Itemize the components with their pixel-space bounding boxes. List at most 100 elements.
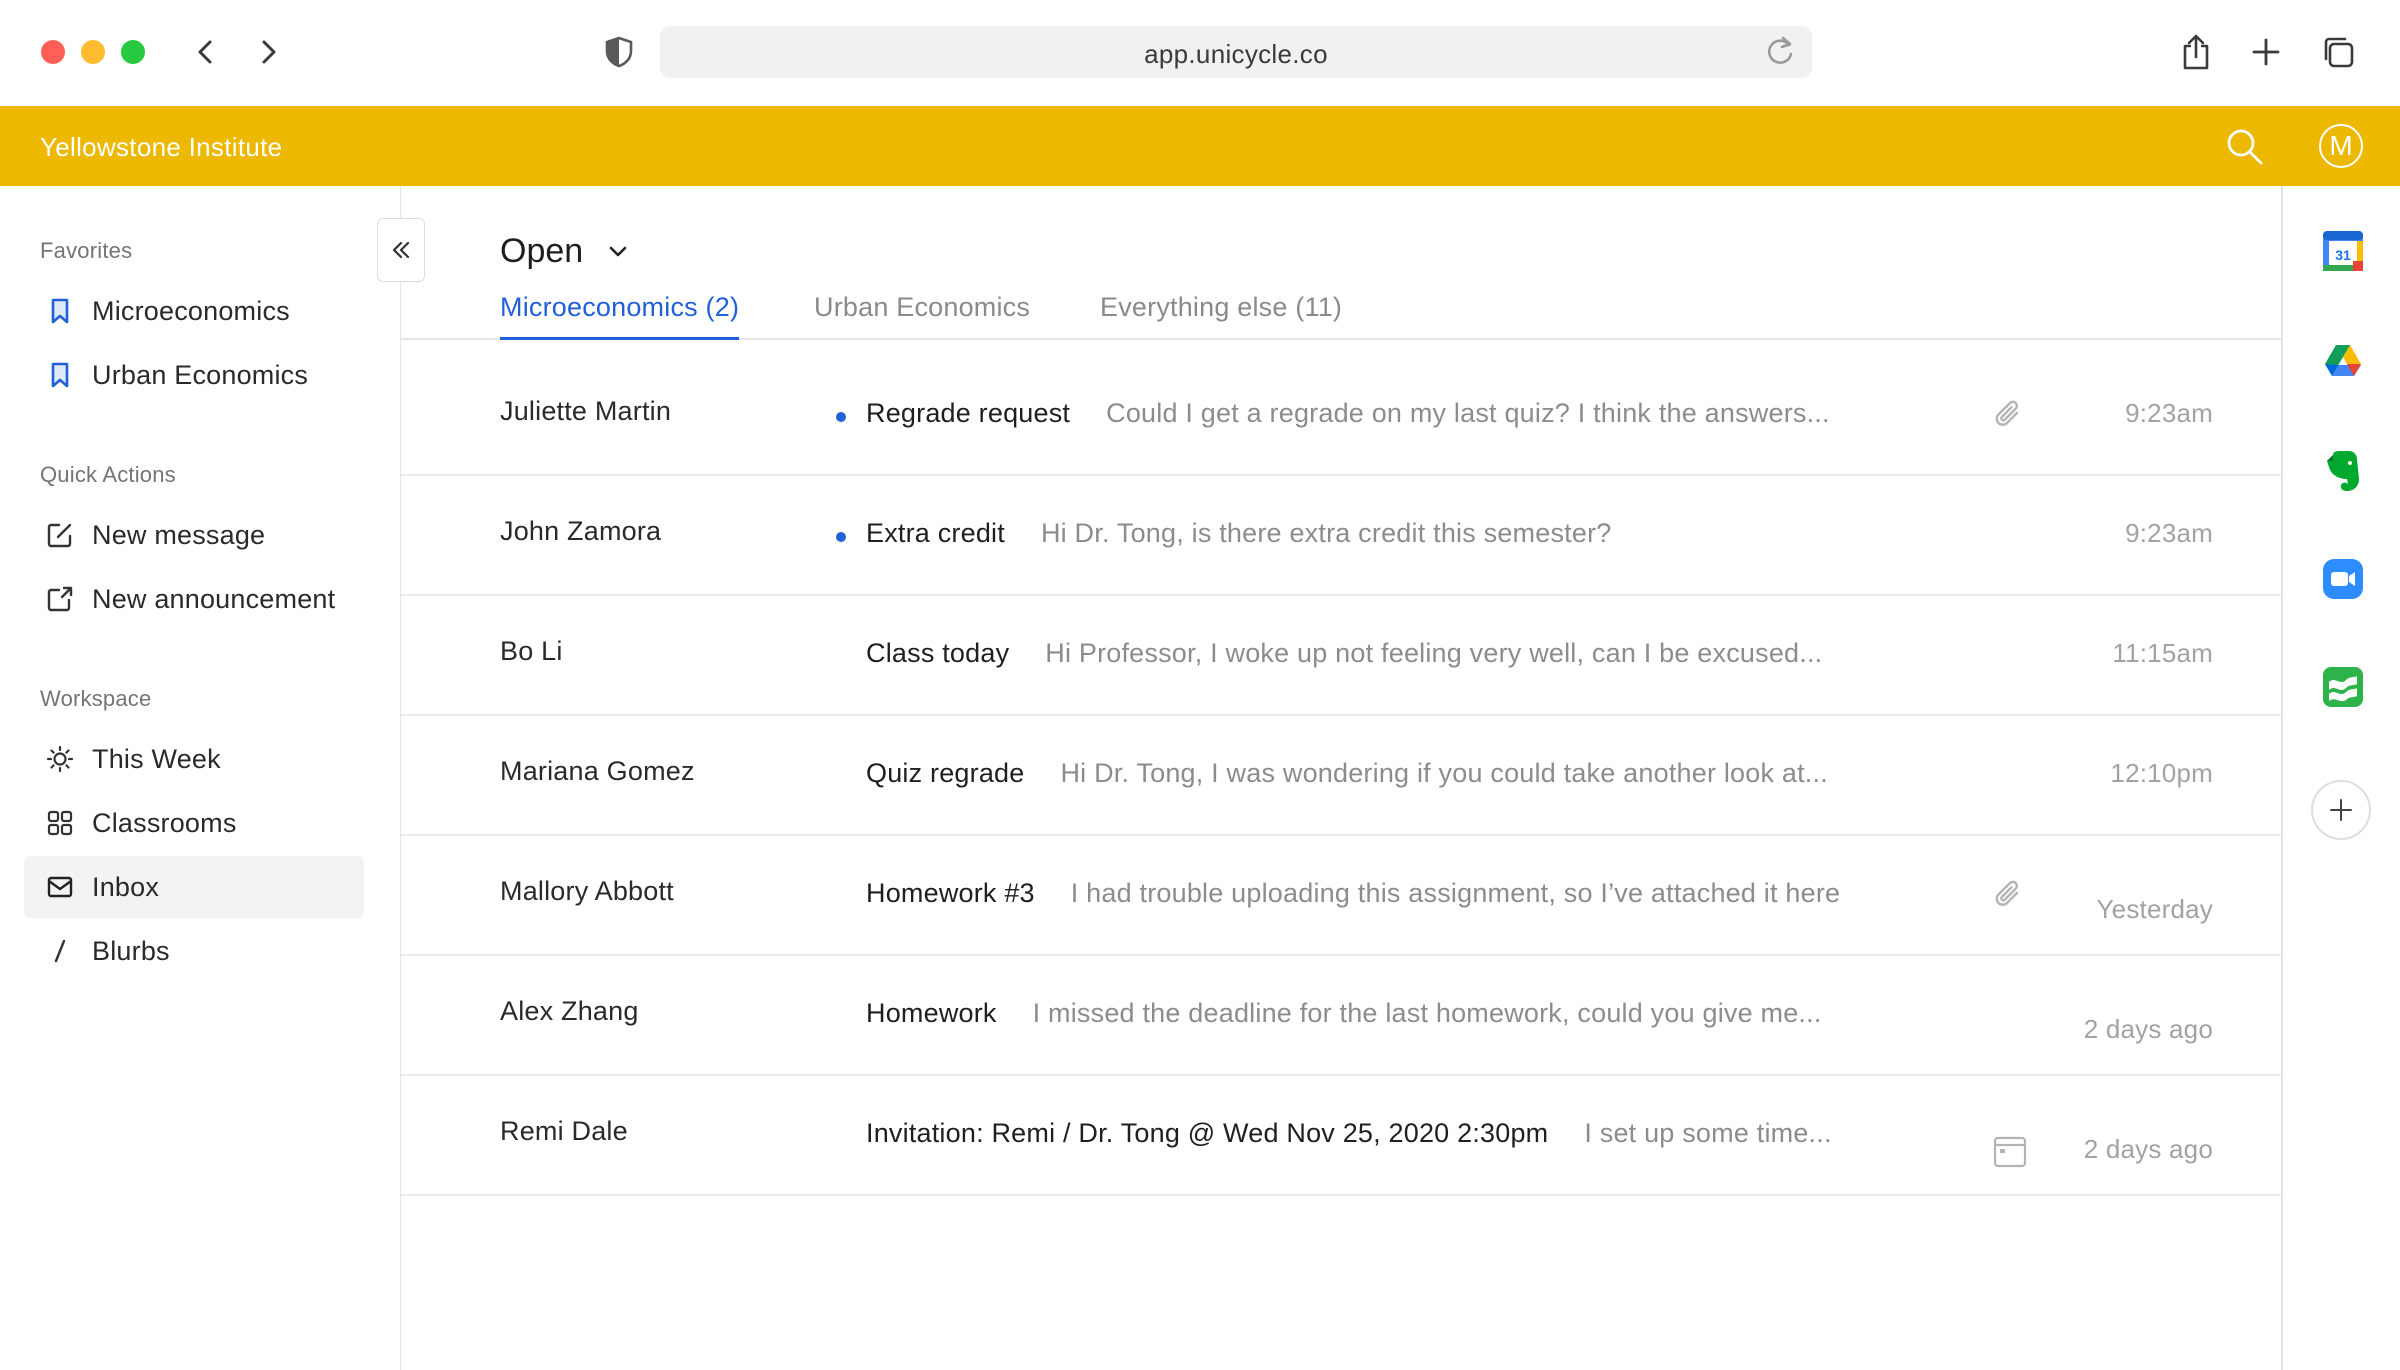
google-drive-app[interactable]: [2320, 340, 2366, 386]
message-subject: Homework #3: [866, 878, 1035, 908]
calendar-icon: [1993, 1136, 2027, 1168]
view-selector[interactable]: Open: [500, 232, 631, 271]
evernote-icon: [2327, 451, 2359, 491]
tab-urban-economics[interactable]: Urban Economics: [814, 292, 1030, 340]
workspace-section-title: Workspace: [40, 686, 152, 711]
sidebar-item-classrooms[interactable]: Classrooms: [24, 792, 364, 854]
forward-button[interactable]: [246, 30, 290, 74]
google-calendar-app[interactable]: 31: [2320, 228, 2366, 274]
zoom-app[interactable]: [2320, 556, 2366, 602]
message-time: 2 days ago: [2083, 1134, 2213, 1164]
sidebar-item-label: Blurbs: [92, 935, 170, 966]
address-bar[interactable]: app.unicycle.co: [660, 26, 1812, 78]
message-row[interactable]: Juliette Martin Regrade request Could I ge…: [401, 356, 2281, 476]
message-summary: Homework I missed the deadline for the la…: [866, 998, 1822, 1029]
search-icon[interactable]: [2222, 124, 2266, 168]
tab-overview-button[interactable]: [2316, 30, 2360, 74]
new-tab-button[interactable]: [2244, 30, 2288, 74]
paperclip-icon: [1995, 400, 2019, 426]
message-summary: Quiz regrade Hi Dr. Tong, I was wondering…: [866, 758, 1828, 789]
sidebar-item-inbox[interactable]: Inbox: [24, 856, 364, 918]
message-preview: Hi Dr. Tong, is there extra credit this …: [1040, 518, 1612, 548]
url-text: app.unicycle.co: [1144, 39, 1328, 69]
message-time: Yesterday: [2096, 894, 2213, 924]
forward-icon: [262, 40, 276, 64]
google-drive-icon: [2325, 345, 2361, 376]
sidebar-item-this-week[interactable]: This Week: [24, 728, 364, 790]
zoom-icon: [2323, 559, 2363, 599]
back-icon: [198, 40, 212, 64]
message-time: 2 days ago: [2083, 1014, 2213, 1044]
message-preview: Hi Dr. Tong, I was wondering if you coul…: [1060, 758, 1828, 788]
chevron-down-icon: [609, 246, 627, 256]
app-header: Yellowstone Institute M: [0, 106, 2400, 186]
message-summary: Homework #3 I had trouble uploading this …: [866, 878, 1840, 909]
sidebar-item-blurbs[interactable]: Blurbs: [24, 920, 364, 982]
message-summary: Regrade request Could I get a regrade on …: [866, 398, 1830, 429]
app-rail: 31: [2281, 186, 2400, 1370]
compose-icon: [46, 521, 74, 549]
sidebar-item-label: Urban Economics: [92, 359, 309, 390]
favorites-section-title: Favorites: [40, 238, 133, 263]
paperclip-icon: [1995, 880, 2019, 906]
sheets-icon: [2323, 667, 2363, 707]
grid-icon: [46, 809, 74, 837]
mail-icon: [46, 873, 74, 901]
message-row[interactable]: Alex Zhang Homework I missed the deadline …: [401, 956, 2281, 1076]
back-button[interactable]: [184, 30, 228, 74]
view-title: Open: [500, 232, 584, 270]
collapse-sidebar-button[interactable]: [377, 218, 425, 282]
google-calendar-icon: 31: [2323, 231, 2363, 271]
evernote-app[interactable]: [2320, 448, 2366, 494]
message-time: 9:23am: [2125, 398, 2213, 428]
calendar-day: 31: [2335, 247, 2351, 263]
plus-icon: [2330, 799, 2352, 821]
sidebar-item-urban-economics[interactable]: Urban Economics: [24, 344, 364, 406]
message-sender: Alex Zhang: [500, 996, 639, 1026]
unread-dot: [836, 532, 846, 542]
sidebar-item-microeconomics[interactable]: Microeconomics: [24, 280, 364, 342]
add-app-button[interactable]: [2311, 780, 2371, 840]
sidebar-item-label: Microeconomics: [92, 295, 290, 326]
organization-name[interactable]: Yellowstone Institute: [40, 132, 282, 163]
bookmark-icon: [46, 361, 74, 389]
message-row[interactable]: John Zamora Extra credit Hi Dr. Tong, is t…: [401, 476, 2281, 596]
maximize-window-button[interactable]: [121, 40, 145, 64]
bookmark-icon: [46, 297, 74, 325]
inbox-main: Open Microeconomics (2) Urban Economics …: [401, 186, 2281, 1370]
message-preview: Could I get a regrade on my last quiz? I…: [1106, 398, 1830, 428]
message-summary: Extra credit Hi Dr. Tong, is there extra …: [866, 518, 1611, 549]
share-icon: [2183, 34, 2209, 70]
share-button[interactable]: [2174, 30, 2218, 74]
browser-toolbar: app.unicycle.co: [0, 0, 2400, 106]
tabs-icon: [2324, 37, 2354, 68]
close-window-button[interactable]: [41, 40, 65, 64]
tab-microeconomics[interactable]: Microeconomics (2): [500, 292, 740, 340]
plus-icon: [2252, 38, 2280, 66]
reload-icon[interactable]: [1762, 34, 1798, 70]
new-announcement-button[interactable]: New announcement: [24, 568, 364, 630]
message-row[interactable]: Mariana Gomez Quiz regrade Hi Dr. Tong, I …: [401, 716, 2281, 836]
message-subject: Regrade request: [866, 398, 1071, 428]
message-time: 11:15am: [2112, 638, 2213, 668]
message-sender: Juliette Martin: [500, 396, 672, 426]
message-row[interactable]: Remi Dale Invitation: Remi / Dr. Tong @ W…: [401, 1076, 2281, 1196]
message-subject: Extra credit: [866, 518, 1005, 548]
new-message-button[interactable]: New message: [24, 504, 364, 566]
message-sender: Remi Dale: [500, 1116, 628, 1146]
minimize-window-button[interactable]: [81, 40, 105, 64]
sheets-app[interactable]: [2320, 664, 2366, 710]
tab-everything-else[interactable]: Everything else (11): [1100, 292, 1342, 340]
quick-actions-section-title: Quick Actions: [40, 462, 176, 487]
message-sender: John Zamora: [500, 516, 662, 546]
privacy-button[interactable]: [597, 30, 641, 74]
sidebar-item-label: Inbox: [92, 871, 160, 902]
message-row[interactable]: Bo Li Class today Hi Professor, I woke up …: [401, 596, 2281, 716]
sun-icon: [46, 745, 74, 773]
announcement-icon: [46, 585, 74, 613]
inbox-tabs: Microeconomics (2) Urban Economics Every…: [401, 292, 2281, 340]
shield-icon: [605, 36, 633, 68]
avatar[interactable]: M: [2319, 124, 2363, 168]
message-row[interactable]: Mallory Abbott Homework #3 I had trouble u…: [401, 836, 2281, 956]
unread-dot: [836, 412, 846, 422]
